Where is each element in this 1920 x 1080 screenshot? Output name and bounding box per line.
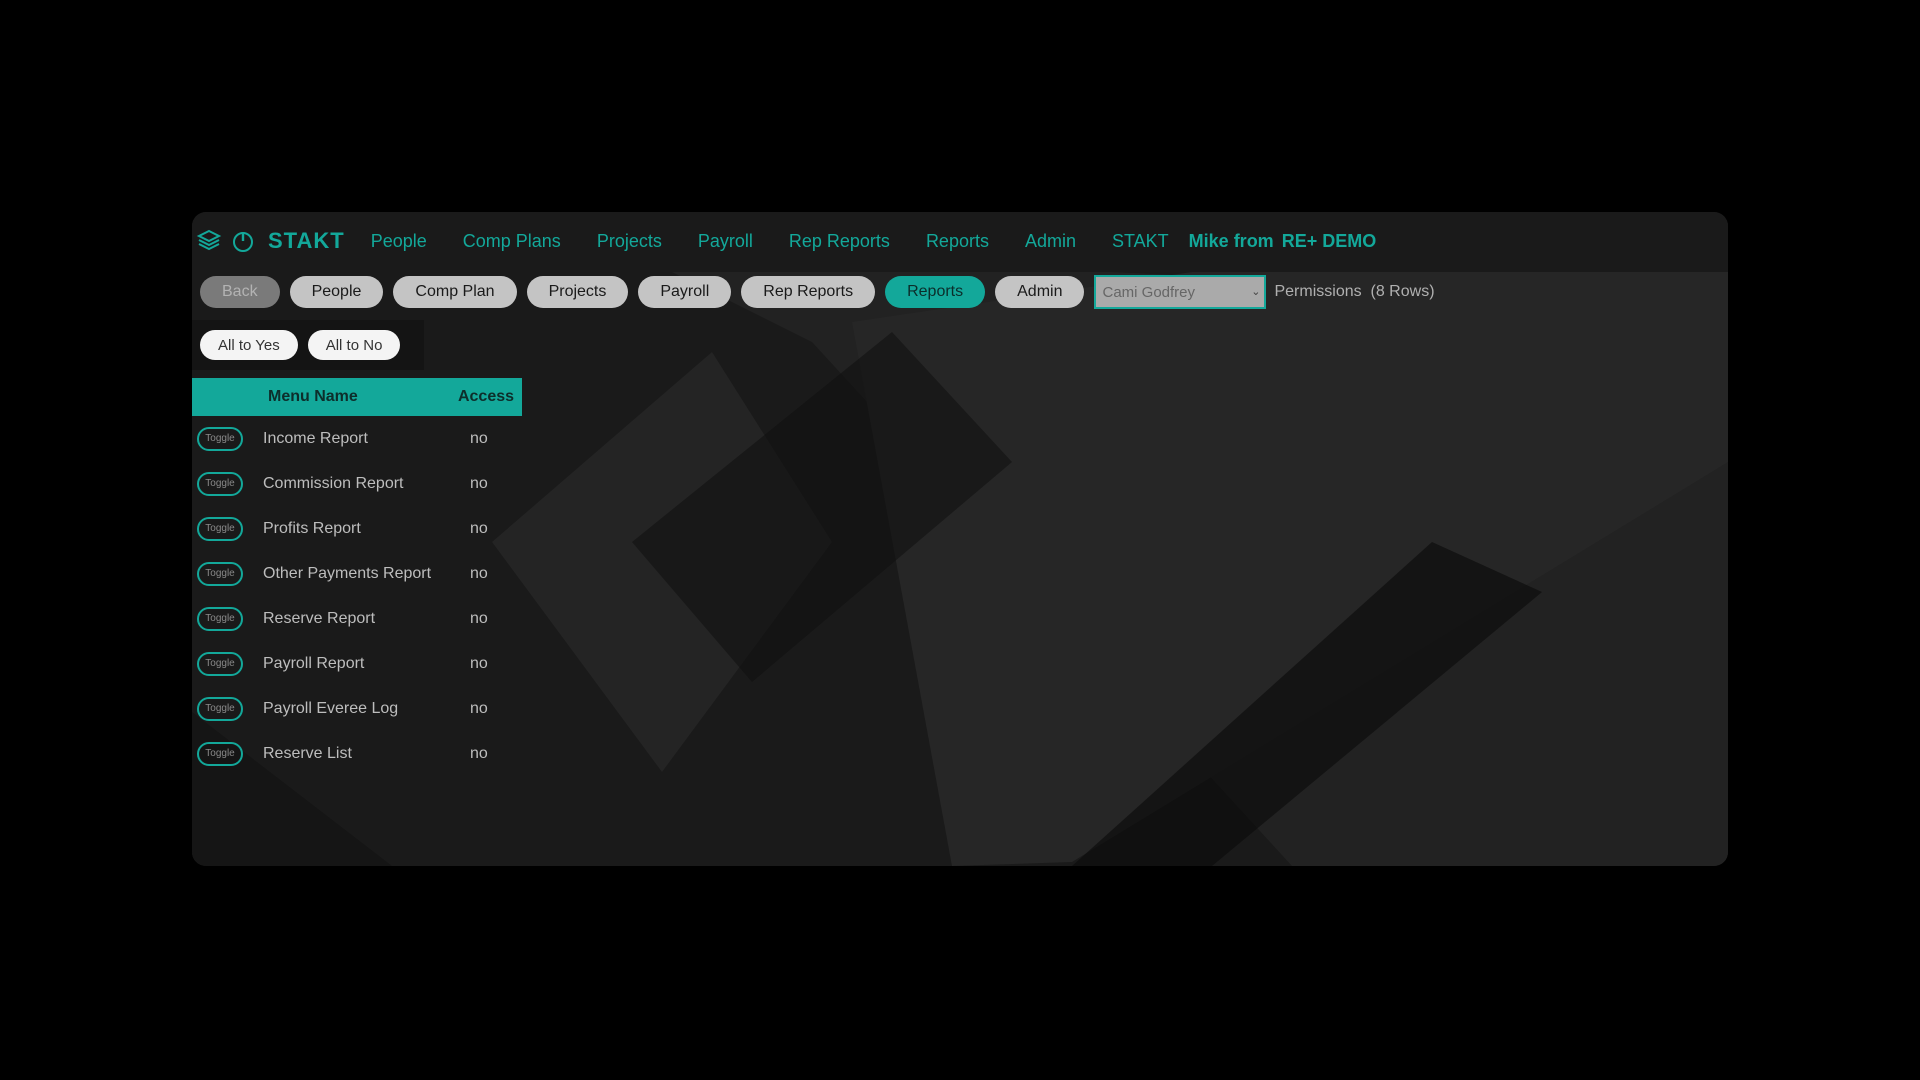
nav-link-projects[interactable]: Projects [597, 231, 662, 252]
table-row: Toggle Payroll Report no [192, 641, 522, 686]
toggle-button[interactable]: Toggle [197, 471, 243, 496]
user-select[interactable]: Cami Godfrey ⌄ [1094, 275, 1267, 309]
user-label: Mike from RE+ DEMO [1189, 231, 1385, 252]
nav-link-comp-plans[interactable]: Comp Plans [463, 231, 561, 252]
table-row: Toggle Other Payments Report no [192, 551, 522, 596]
row-menu-name: Commission Report [263, 474, 404, 492]
logo-group: STAKT [196, 228, 371, 254]
row-access: no [470, 564, 488, 582]
nav-link-reports[interactable]: Reports [926, 231, 989, 252]
brand-logo[interactable]: STAKT [268, 228, 345, 254]
people-button[interactable]: People [289, 276, 384, 308]
all-to-yes-button[interactable]: All to Yes [200, 330, 298, 360]
top-nav: STAKT People Comp Plans Projects Payroll… [192, 212, 1728, 270]
toggle-button[interactable]: Toggle [197, 651, 243, 676]
permissions-label: Permissions (8 Rows) [1274, 283, 1435, 300]
row-access: no [470, 699, 488, 717]
row-menu-name: Payroll Report [263, 654, 365, 672]
user-org: RE+ DEMO [1281, 230, 1377, 251]
row-menu-name: Income Report [263, 429, 368, 447]
row-menu-name: Reserve List [263, 744, 352, 762]
table-row: Toggle Income Report no [192, 416, 522, 461]
app-window: STAKT People Comp Plans Projects Payroll… [192, 212, 1728, 866]
table-row: Toggle Reserve List no [192, 731, 522, 776]
back-button[interactable]: Back [200, 276, 280, 308]
table-row: Toggle Profits Report no [192, 506, 522, 551]
row-menu-name: Reserve Report [263, 609, 376, 627]
projects-button[interactable]: Projects [526, 276, 629, 308]
user-select-value: Cami Godfrey [1102, 283, 1196, 301]
toggle-button[interactable]: Toggle [197, 561, 243, 586]
nav-link-people[interactable]: People [371, 231, 427, 252]
nav-link-rep-reports[interactable]: Rep Reports [789, 231, 890, 252]
nav-link-admin[interactable]: Admin [1025, 231, 1076, 252]
user-name: Mike from [1188, 230, 1274, 251]
all-to-no-button[interactable]: All to No [307, 330, 401, 360]
toggle-button[interactable]: Toggle [197, 426, 243, 451]
row-menu-name: Other Payments Report [263, 564, 432, 582]
row-access: no [470, 474, 488, 492]
header-access: Access [457, 388, 515, 405]
row-access: no [470, 429, 488, 447]
toggle-button[interactable]: Toggle [197, 516, 243, 541]
comp-plan-button[interactable]: Comp Plan [393, 276, 517, 308]
row-access: no [470, 519, 488, 537]
toggle-button[interactable]: Toggle [197, 696, 243, 721]
power-icon[interactable] [230, 228, 256, 254]
row-menu-name: Profits Report [263, 519, 361, 537]
nav-link-stakt[interactable]: STAKT [1112, 231, 1169, 252]
chevron-down-icon: ⌄ [1251, 286, 1261, 298]
row-menu-name: Payroll Everee Log [263, 699, 399, 717]
toggle-button[interactable]: Toggle [197, 741, 243, 766]
reports-button[interactable]: Reports [885, 276, 986, 308]
table-header: Menu Name Access [192, 378, 522, 416]
toggle-button[interactable]: Toggle [197, 606, 243, 631]
layers-icon[interactable] [196, 228, 222, 254]
section-button-bar: Back People Comp Plan Projects Payroll R… [200, 274, 1435, 310]
table-row: Toggle Payroll Everee Log no [192, 686, 522, 731]
row-access: no [470, 609, 488, 627]
row-access: no [470, 744, 488, 762]
admin-button[interactable]: Admin [995, 276, 1085, 308]
payroll-button[interactable]: Payroll [638, 276, 732, 308]
row-access: no [470, 654, 488, 672]
table-row: Toggle Commission Report no [192, 461, 522, 506]
rep-reports-button[interactable]: Rep Reports [741, 276, 876, 308]
nav-link-payroll[interactable]: Payroll [698, 231, 753, 252]
table-row: Toggle Reserve Report no [192, 596, 522, 641]
permissions-table: Menu Name Access Toggle Income Report no… [192, 378, 522, 776]
bulk-toggle-bar: All to Yes All to No [192, 320, 424, 370]
header-menu-name: Menu Name [268, 388, 358, 405]
